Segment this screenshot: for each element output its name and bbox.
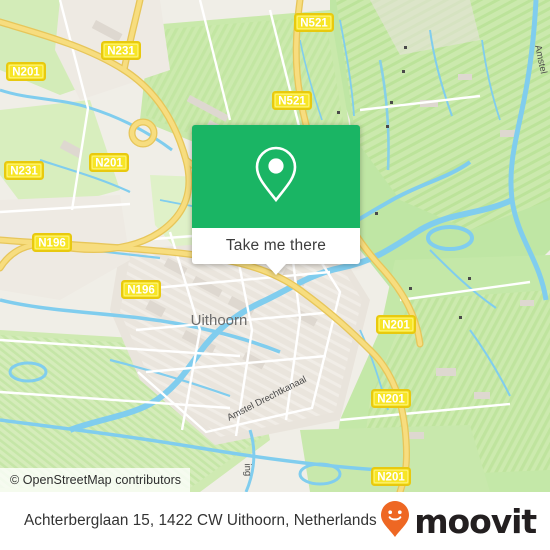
location-callout[interactable]: Take me there [192, 125, 360, 275]
road-shield-label: N201 [95, 158, 123, 170]
map-pin-icon [253, 145, 299, 208]
map-water-label: ing [242, 463, 253, 476]
road-shield: N521 [294, 13, 334, 32]
road-shield-label: N231 [107, 46, 135, 58]
road-shield-label: N201 [377, 472, 405, 484]
osm-attribution[interactable]: © OpenStreetMap contributors [0, 468, 191, 492]
moovit-wordmark: moovit [414, 501, 537, 541]
map-city-label: Uithoorn [191, 312, 248, 329]
road-shield-label: N196 [127, 285, 155, 297]
road-shield-label: N231 [10, 166, 38, 178]
road-shield-label: N201 [377, 394, 405, 406]
callout-action[interactable]: Take me there [192, 228, 360, 264]
road-shield: N231 [4, 161, 44, 180]
road-shield: N201 [89, 153, 129, 172]
road-shield-label: N201 [382, 320, 410, 332]
address-label: Achterberglaan 15, 1422 CW Uithoorn, Net… [24, 512, 377, 529]
footer-bar: Achterberglaan 15, 1422 CW Uithoorn, Net… [0, 492, 550, 550]
map-screenshot: Uithoorn Amstel Drechtkanaal Amstel ing N52… [0, 0, 550, 550]
osm-attribution-text: © OpenStreetMap contributors [10, 473, 182, 487]
road-shield: N201 [371, 389, 411, 408]
road-shield-label: N521 [278, 96, 306, 108]
road-shield: N196 [32, 233, 72, 252]
road-shield-label: N521 [300, 18, 328, 30]
road-shield: N196 [121, 280, 161, 299]
road-shield: N201 [6, 62, 46, 81]
callout-pointer [266, 264, 286, 275]
moovit-brand[interactable]: moovit [380, 500, 537, 543]
road-shield-label: N196 [38, 238, 66, 250]
road-shield: N201 [376, 315, 416, 334]
callout-action-label: Take me there [225, 237, 327, 254]
road-shield-label: N201 [12, 67, 40, 79]
road-shield: N521 [272, 91, 312, 110]
road-shield: N201 [371, 467, 411, 486]
callout-header [192, 125, 360, 228]
moovit-smiley-pin-icon [380, 500, 410, 543]
road-shield: N231 [101, 41, 141, 60]
